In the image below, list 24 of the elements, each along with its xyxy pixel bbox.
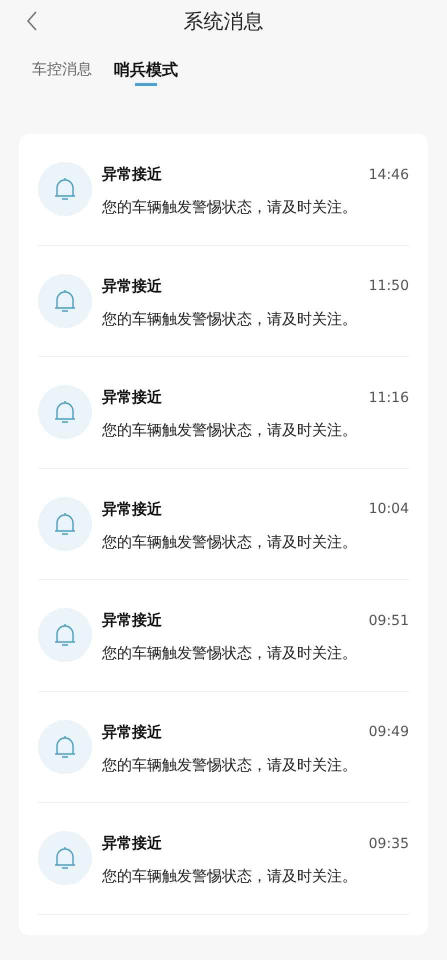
message-title: 异常接近 [102,276,162,296]
page-title: 系统消息 [184,8,264,34]
message-title: 异常接近 [102,388,162,407]
message-text: 您的车辆触发警惕状态，请及时关注。 [102,310,358,328]
message-title: 异常接近 [102,165,162,184]
message-time: 14:46 [368,166,409,182]
message-time: 09:49 [368,724,409,740]
message-time: 09:51 [368,612,409,628]
message-title: 异常接近 [102,611,162,630]
message-time: 11:16 [368,390,409,406]
message-text: 您的车辆触发警惕状态，请及时关注。 [102,421,358,440]
message-text: 您的车辆触发警惕状态，请及时关注。 [102,756,358,774]
message-time: 09:35 [368,836,409,852]
message-title: 异常接近 [102,500,162,518]
message-text: 您的车辆触发警惕状态，请及时关注。 [102,198,358,217]
message-title: 异常接近 [102,834,162,853]
message-time: 11:50 [368,278,409,294]
tab[interactable]: 车控消息 [32,56,92,86]
message-title: 异常接近 [102,722,162,742]
message-time: 10:04 [368,501,409,517]
message-text: 您的车辆触发警惕状态，请及时关注。 [102,644,358,663]
message-text: 您的车辆触发警惕状态，请及时关注。 [102,532,358,552]
back-icon[interactable] [26,10,38,32]
message-text: 您的车辆触发警惕状态，请及时关注。 [102,867,358,886]
